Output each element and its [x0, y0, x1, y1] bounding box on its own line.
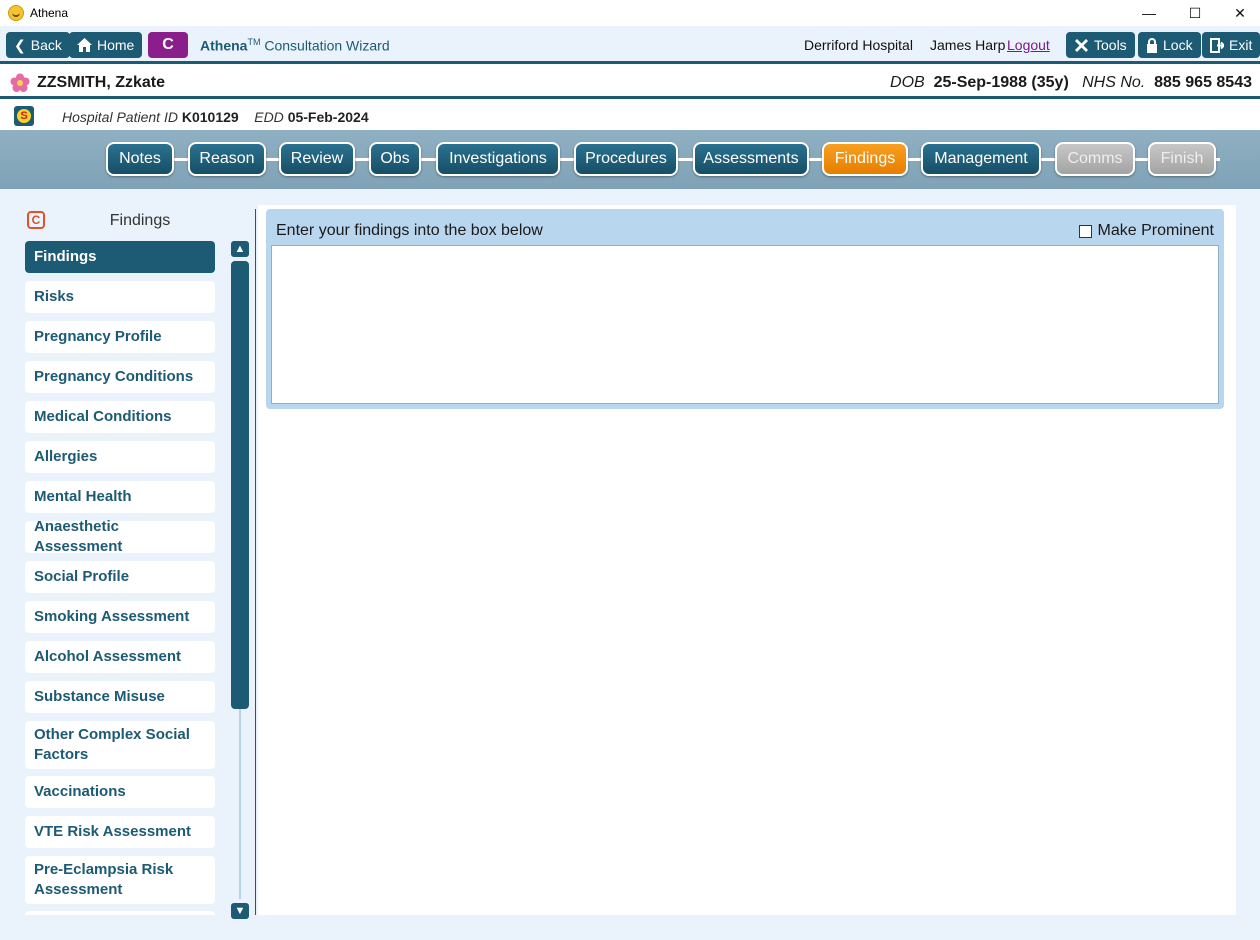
c-button[interactable]: C — [148, 32, 188, 58]
sidebar-item-mental-health[interactable]: Mental Health — [25, 481, 215, 513]
sidebar-title: Findings — [109, 212, 171, 229]
exit-button[interactable]: Exit — [1202, 32, 1260, 58]
findings-instruction: Enter your findings into the box below — [276, 222, 543, 239]
user-name: James Harp — [930, 37, 1006, 53]
patient-id-text: Hospital Patient ID K010129 EDD 05-Feb-2… — [62, 109, 369, 125]
wizard-steps: Notes Reason Review Obs Investigations Proced… — [0, 130, 1260, 189]
step-review[interactable]: Review — [279, 142, 355, 176]
sidebar-list: Findings Risks Pregnancy Profile Pregnancy … — [25, 241, 215, 915]
back-label: Back — [30, 37, 62, 53]
sidebar-item-vte-risk-assessment[interactable]: VTE Risk Assessment — [25, 816, 215, 848]
back-button[interactable]: ❮ Back — [6, 32, 70, 58]
tools-button[interactable]: Tools — [1066, 32, 1135, 58]
findings-content: Enter your findings into the box below M… — [258, 205, 1236, 915]
window-titlebar: Athena — ☐ ✕ — [0, 0, 1260, 26]
logout-link[interactable]: Logout — [1007, 37, 1050, 53]
step-findings[interactable]: Findings — [822, 142, 908, 176]
tools-label: Tools — [1094, 37, 1127, 53]
home-label: Home — [97, 37, 135, 53]
flower-icon — [10, 73, 30, 92]
sidebar-item-findings[interactable]: Findings — [25, 241, 215, 273]
step-notes[interactable]: Notes — [106, 142, 174, 176]
lock-icon — [1147, 37, 1157, 53]
sidebar-item-pre-eclampsia-risk-assessment[interactable]: Pre-Eclampsia Risk Assessment — [25, 856, 215, 904]
sidebar-header: C Findings — [16, 205, 256, 237]
sidebar-item-vaccinations[interactable]: Vaccinations — [25, 776, 215, 808]
make-prominent-label: Make Prominent — [1097, 222, 1215, 239]
sidebar-item-anaesthetic-assessment[interactable]: Anaesthetic Assessment — [25, 518, 215, 555]
sidebar-item-alcohol-assessment[interactable]: Alcohol Assessment — [25, 641, 215, 673]
window-title: Athena — [30, 6, 69, 20]
edd-label: EDD — [254, 109, 284, 125]
step-assessments[interactable]: Assessments — [693, 142, 809, 176]
patient-id-bar: S Hospital Patient ID K010129 EDD 05-Feb… — [0, 102, 1260, 130]
athena-logo-icon — [8, 5, 24, 21]
scroll-thumb[interactable] — [231, 261, 249, 709]
make-prominent-checkbox[interactable] — [1078, 224, 1092, 238]
exit-door-icon — [1210, 37, 1224, 53]
sidebar-item-social-profile[interactable]: Social Profile — [25, 561, 215, 593]
patient-name: ZZSMITH, Zzkate — [37, 74, 166, 91]
sidebar-item-medical-conditions[interactable]: Medical Conditions — [25, 401, 215, 433]
s-badge-icon[interactable]: S — [14, 106, 34, 126]
step-finish[interactable]: Finish — [1148, 142, 1216, 176]
step-comms[interactable]: Comms — [1055, 142, 1135, 176]
minimize-button[interactable]: — — [1126, 0, 1172, 26]
app-name: Athena — [200, 37, 248, 54]
sidebar-scrollbar[interactable]: ▲ ▼ — [231, 241, 249, 919]
nhs-label: NHS No. — [1082, 74, 1146, 91]
close-window-button[interactable]: ✕ — [1217, 0, 1260, 26]
edd-value: 05-Feb-2024 — [287, 109, 369, 125]
scroll-up-icon[interactable]: ▲ — [231, 241, 249, 257]
sidebar-item-more[interactable] — [25, 911, 215, 915]
dob-label: DOB — [890, 74, 925, 91]
step-obs[interactable]: Obs — [369, 142, 421, 176]
tools-icon — [1075, 38, 1088, 52]
hospital-id-label: Hospital Patient ID — [62, 109, 178, 125]
home-button[interactable]: Home — [69, 32, 143, 58]
hospital-name: Derriford Hospital — [804, 37, 913, 53]
maximize-button[interactable]: ☐ — [1172, 0, 1218, 26]
lock-label: Lock — [1163, 37, 1193, 53]
home-icon — [77, 38, 92, 52]
lock-button[interactable]: Lock — [1138, 32, 1201, 58]
app-title: AthenaTM Consultation Wizard — [200, 37, 390, 54]
step-procedures[interactable]: Procedures — [574, 142, 678, 176]
dob-value: 25-Sep-1988 (35y) — [933, 74, 1069, 91]
findings-textarea[interactable] — [271, 245, 1219, 404]
sidebar-item-other-complex-social-factors[interactable]: Other Complex Social Factors — [25, 721, 215, 769]
step-investigations[interactable]: Investigations — [436, 142, 560, 176]
sidebar-item-pregnancy-conditions[interactable]: Pregnancy Conditions — [25, 361, 215, 393]
top-toolbar: ❮ Back Home C AthenaTM Consultation Wiza… — [0, 26, 1260, 64]
patient-banner: ZZSMITH, Zzkate DOB 25-Sep-1988 (35y) NH… — [0, 67, 1260, 99]
nhs-value: 885 965 8543 — [1154, 74, 1252, 91]
trademark: TM — [247, 37, 261, 47]
step-reason[interactable]: Reason — [188, 142, 266, 176]
make-prominent-option[interactable]: Make Prominent — [1078, 222, 1215, 240]
hospital-id-value: K010129 — [181, 109, 239, 125]
patient-identifiers: DOB 25-Sep-1988 (35y) NHS No. 885 965 85… — [890, 74, 1252, 92]
sidebar-item-substance-misuse[interactable]: Substance Misuse — [25, 681, 215, 713]
chevron-left-icon: ❮ — [14, 36, 26, 53]
sidebar-divider — [255, 209, 256, 915]
sidebar-item-pregnancy-profile[interactable]: Pregnancy Profile — [25, 321, 215, 353]
sidebar-item-smoking-assessment[interactable]: Smoking Assessment — [25, 601, 215, 633]
sidebar-item-risks[interactable]: Risks — [25, 281, 215, 313]
scroll-down-icon[interactable]: ▼ — [231, 903, 249, 919]
main-area: C Findings Findings Risks Pregnancy Profil… — [0, 189, 1260, 940]
findings-panel: Enter your findings into the box below M… — [266, 209, 1224, 409]
findings-sidebar: C Findings Findings Risks Pregnancy Profil… — [16, 205, 256, 919]
exit-label: Exit — [1229, 37, 1253, 53]
step-management[interactable]: Management — [921, 142, 1041, 176]
sidebar-item-allergies[interactable]: Allergies — [25, 441, 215, 473]
app-subtitle: Consultation Wizard — [264, 37, 390, 54]
